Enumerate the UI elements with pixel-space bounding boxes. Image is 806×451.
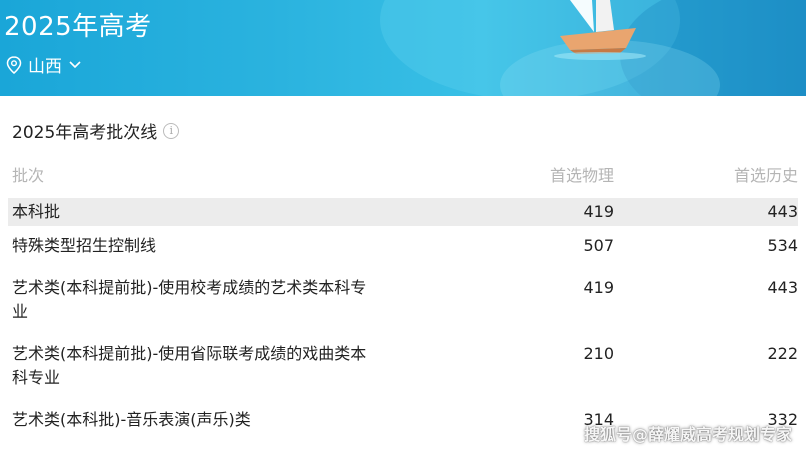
batch-cell-line2: 科专业 <box>12 368 61 387</box>
table-row[interactable]: 特殊类型招生控制线 507 534 <box>8 226 798 264</box>
batch-cell: 本科批 <box>12 202 61 221</box>
page-title: 2025年高考 <box>4 12 152 42</box>
header-physics: 首选物理 <box>549 166 614 185</box>
table-row[interactable]: 艺术类(本科提前批)-使用校考成绩的艺术类本科专 业 419 443 <box>8 264 798 332</box>
header-batch: 批次 <box>12 166 45 185</box>
info-icon[interactable]: i <box>163 122 180 139</box>
watermark: 搜狐号@薛耀威高考规划专家 <box>583 425 792 444</box>
physics-cell: 419 <box>583 202 614 221</box>
batch-cell: 特殊类型招生控制线 <box>12 236 157 255</box>
section-title: 2025年高考批次线 i <box>12 118 180 143</box>
history-cell: 222 <box>767 344 798 363</box>
history-cell: 443 <box>767 278 798 297</box>
section-title-text: 2025年高考批次线 <box>12 123 158 143</box>
batch-cell-line1: 艺术类(本科提前批)-使用省际联考成绩的戏曲类本 <box>12 344 367 363</box>
sailboat-illustration <box>554 0 646 60</box>
header-banner: 2025年高考 山西 <box>0 0 806 96</box>
location-selector[interactable]: 山西 <box>6 52 82 77</box>
location-label: 山西 <box>28 57 62 77</box>
table-row[interactable]: 艺术类(本科提前批)-使用省际联考成绩的戏曲类本 科专业 210 222 <box>8 332 798 388</box>
location-pin-icon <box>6 55 22 74</box>
history-cell: 443 <box>767 202 798 221</box>
batch-cell-line1: 艺术类(本科提前批)-使用校考成绩的艺术类本科专 <box>12 278 367 297</box>
physics-cell: 210 <box>583 344 614 363</box>
physics-cell: 507 <box>583 236 614 255</box>
physics-cell: 419 <box>583 278 614 297</box>
header-history: 首选历史 <box>733 166 798 185</box>
chevron-down-icon <box>69 60 81 68</box>
score-table: 批次 首选物理 首选历史 本科批 419 443 特殊类型招生控制线 507 5… <box>0 156 806 429</box>
history-cell: 534 <box>767 236 798 255</box>
table-row[interactable]: 本科批 419 443 <box>8 198 798 226</box>
table-header: 批次 首选物理 首选历史 <box>8 156 798 190</box>
batch-cell-line2: 业 <box>12 302 29 321</box>
batch-cell: 艺术类(本科批)-音乐表演(声乐)类 <box>12 410 251 429</box>
